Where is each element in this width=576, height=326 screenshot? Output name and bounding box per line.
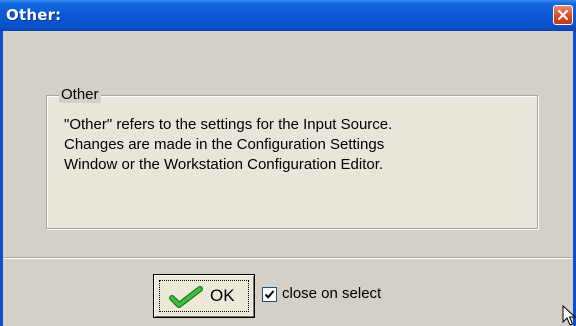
dialog-window: Other: Other "Other" refers to the setti…: [0, 0, 576, 326]
green-check-icon: [169, 286, 203, 308]
ok-button-label: OK: [210, 286, 235, 305]
description-line: Window or the Workstation Configuration …: [64, 156, 384, 173]
mouse-pointer-icon: [562, 305, 576, 326]
ok-button[interactable]: OK: [153, 274, 255, 318]
description-line: "Other" refers to the settings for the I…: [64, 116, 393, 133]
group-legend: Other: [59, 86, 101, 103]
footer-divider: [3, 257, 573, 259]
description-line: Changes are made in the Configuration Se…: [64, 136, 385, 153]
checkmark-icon: [264, 290, 275, 299]
close-button[interactable]: [553, 5, 573, 25]
close-on-select-label[interactable]: close on select: [282, 285, 381, 302]
close-on-select-checkbox[interactable]: [262, 287, 277, 302]
title-bar[interactable]: Other:: [0, 0, 576, 31]
group-description: "Other" refers to the settings for the I…: [64, 115, 534, 175]
close-icon: [557, 9, 569, 21]
window-title: Other:: [6, 6, 62, 24]
